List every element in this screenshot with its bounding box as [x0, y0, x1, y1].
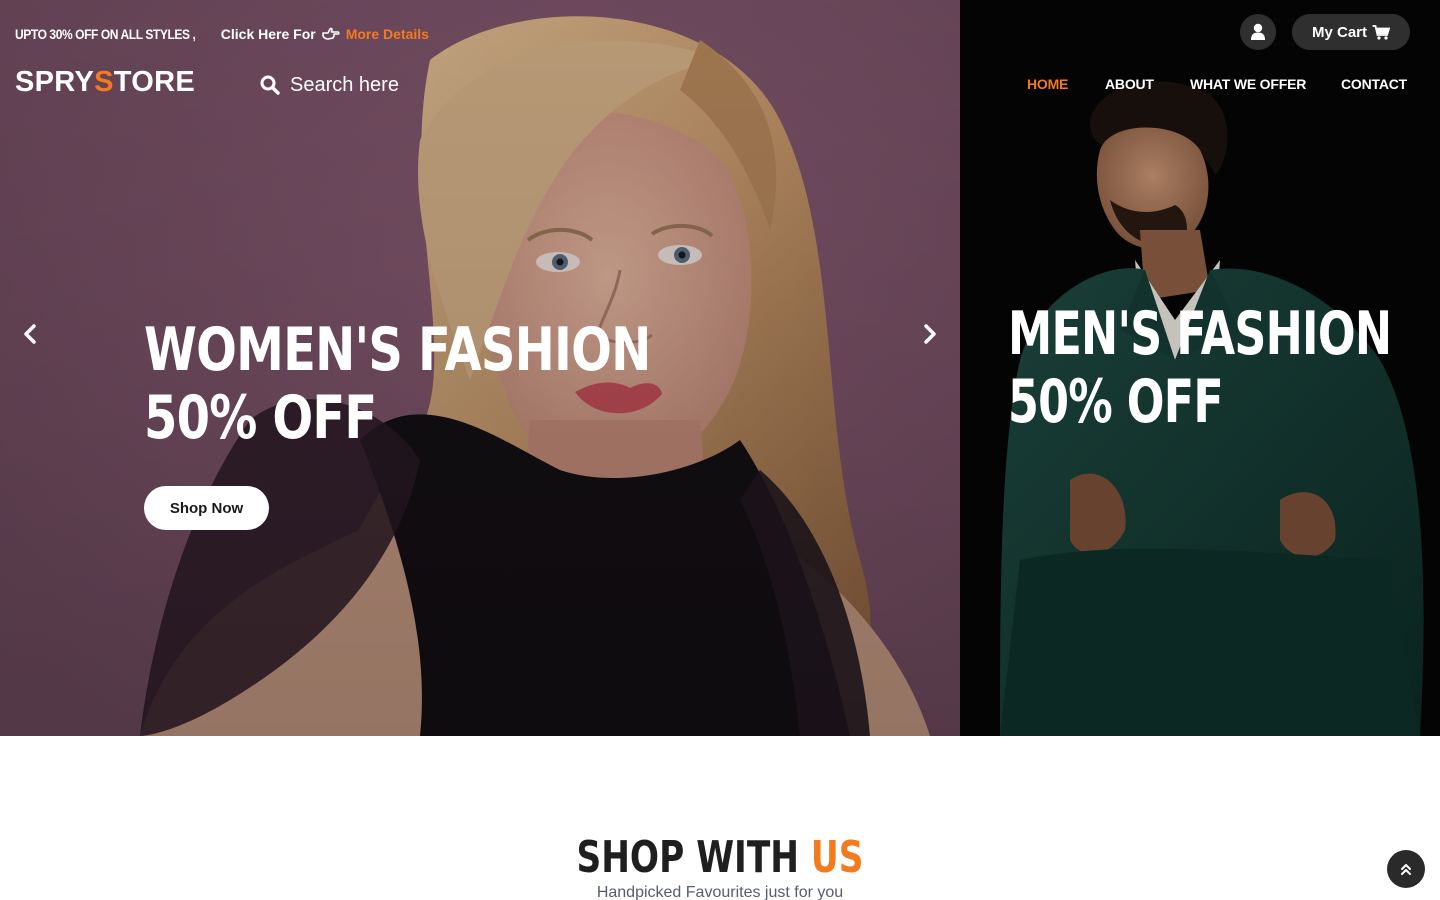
logo-text-tore: TORE [113, 66, 195, 98]
search-icon [260, 75, 280, 95]
site-logo[interactable]: SPRYSTORE [15, 66, 195, 99]
account-button[interactable] [1240, 14, 1276, 50]
more-details-link[interactable]: More Details [346, 26, 429, 42]
search-trigger[interactable]: Search here [260, 72, 399, 98]
section-subtitle: Handpicked Favourites just for you [596, 884, 844, 900]
scroll-to-top-button[interactable] [1387, 850, 1425, 888]
section-title-accent: US [810, 832, 864, 883]
promo-bar: UPTO 30% OFF ON ALL STYLES , Click Here … [15, 24, 429, 44]
chevron-right-icon [924, 324, 936, 344]
nav-contact[interactable]: CONTACT [1341, 76, 1407, 92]
promo-text: UPTO 30% OFF ON ALL STYLES , [15, 26, 196, 42]
double-chevron-up-icon [1401, 864, 1411, 875]
logo-letter-s: S [94, 66, 114, 98]
hero-banner: UPTO 30% OFF ON ALL STYLES , Click Here … [0, 0, 1440, 736]
slider-prev-button[interactable] [20, 322, 40, 346]
nav-about[interactable]: ABOUT [1105, 76, 1154, 92]
women-heading-line1: WOMEN'S FASHION [144, 315, 651, 385]
cart-label: My Cart [1311, 23, 1367, 41]
cart-icon [1372, 24, 1390, 40]
section-title-main: SHOP WITH [576, 832, 799, 883]
promo-click-text: Click Here For [220, 26, 316, 42]
women-fashion-heading: WOMEN'S FASHION 50% OFF [144, 315, 651, 453]
nav-what-we-offer[interactable]: WHAT WE OFFER [1190, 76, 1306, 92]
nav-home[interactable]: HOME [1027, 76, 1068, 92]
logo-text-spry: SPRY [15, 66, 95, 98]
slider-next-button[interactable] [920, 322, 940, 346]
hand-point-right-icon [321, 27, 340, 40]
section-title: SHOP WITH US [0, 832, 1440, 883]
men-heading-line2: 50% OFF [1008, 367, 1224, 437]
men-fashion-heading: MEN'S FASHION 50% OFF [1008, 299, 1392, 437]
my-cart-button[interactable]: My Cart [1292, 14, 1410, 50]
men-heading-line1: MEN'S FASHION [1008, 299, 1392, 369]
search-placeholder: Search here [290, 73, 399, 96]
shop-now-button[interactable]: Shop Now [144, 486, 269, 530]
user-icon [1251, 23, 1265, 40]
chevron-left-icon [24, 324, 36, 344]
women-heading-line2: 50% OFF [144, 383, 377, 453]
